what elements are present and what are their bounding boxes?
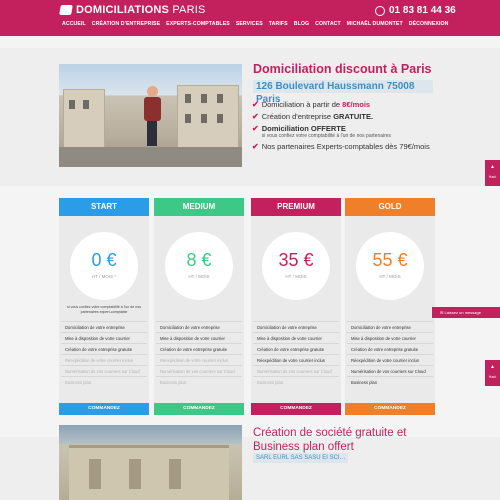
feature-item: ✔ Domiciliation OFFERTE si vous confiez v…: [252, 124, 392, 139]
scroll-top-tab[interactable]: ▲ Haut: [485, 360, 500, 386]
scroll-top-tab[interactable]: ▲ Haut: [485, 160, 500, 186]
plan-period: HT / MOIS: [285, 274, 307, 279]
feature-item: ✔ Nos partenaires Experts-comptables dès…: [252, 142, 430, 151]
site-header: DOMICILIATIONS PARIS 01 83 81 44 36 ACCU…: [0, 0, 500, 36]
nav-item-logout[interactable]: DÉCONNEXION: [409, 21, 449, 27]
section-title: Création de société gratuite et Business…: [253, 427, 407, 453]
plan-header: MEDIUM: [154, 198, 244, 216]
hero-address: 126 Boulevard Haussmann 75008 Paris: [253, 80, 433, 105]
column: [169, 459, 181, 489]
nav-item-tarifs[interactable]: TARIFS: [269, 21, 288, 27]
chevron-up-icon: ▲: [490, 364, 495, 370]
plan-header: START: [59, 198, 149, 216]
column: [129, 459, 141, 489]
company-types-tag: SARL EURL SAS SASU EI SCI…: [253, 453, 348, 463]
phone-text: 01 83 81 44 36: [389, 5, 456, 16]
hero-features: ✔ Domiciliation à partir de 8€/mois ✔ Cr…: [252, 100, 442, 154]
street: [59, 147, 242, 167]
plan-note: si vous confiez votre comptabilité à l'u…: [67, 305, 141, 314]
order-button-medium[interactable]: COMMANDEZ: [154, 403, 244, 415]
building: [63, 89, 105, 149]
nav-item-contact[interactable]: CONTACT: [315, 21, 341, 27]
plan-price: 55 €: [372, 250, 408, 270]
building-image: [59, 425, 242, 500]
plan-premium: PREMIUM 35 € HT / MOIS Domiciliation de …: [251, 198, 341, 415]
price-circle: 0 € HT / MOIS *: [70, 232, 138, 300]
site-logo[interactable]: DOMICILIATIONS PARIS: [59, 4, 206, 16]
plan-features: Domiciliation de votre entreprise Mise à…: [61, 321, 147, 387]
plan-header: PREMIUM: [251, 198, 341, 216]
nav-item-blog[interactable]: BLOG: [294, 21, 309, 27]
price-circle: 8 € HT / MOIS: [165, 232, 233, 300]
plan-feature: Business plan: [156, 376, 242, 387]
nav-item-creation[interactable]: CRÉATION D'ENTREPRISE: [92, 21, 160, 27]
nav-item-experts[interactable]: EXPERTS-COMPTABLES: [166, 21, 230, 27]
plan-feature: Mise à disposition de votre courrier: [253, 332, 339, 343]
plan-medium: MEDIUM 8 € HT / MOIS Domiciliation de vo…: [154, 198, 244, 415]
plan-feature: Création de votre entreprise gratuite: [156, 343, 242, 354]
logo-text: DOMICILIATIONS PARIS: [76, 4, 206, 16]
hero-title: Domiciliation discount à Paris: [253, 62, 432, 76]
plan-feature: Business plan: [61, 376, 147, 387]
order-button-premium[interactable]: COMMANDEZ: [251, 403, 341, 415]
check-icon: ✔: [252, 112, 259, 121]
plan-feature: Mise à disposition de votre courrier: [156, 332, 242, 343]
check-icon: ✔: [252, 100, 259, 109]
character-figure: [143, 86, 161, 146]
feature-item: ✔ Création d'entreprise GRATUITE.: [252, 112, 374, 121]
plan-price: 8 €: [186, 250, 212, 270]
plan-feature: Domiciliation de votre entreprise: [156, 321, 242, 332]
plan-feature: Numérisation de vos courriers sur Cloud: [347, 365, 433, 376]
plan-header: GOLD: [345, 198, 435, 216]
plan-features: Domiciliation de votre entreprise Mise à…: [347, 321, 433, 387]
plan-period: HT / MOIS *: [91, 274, 117, 279]
hero-image: [59, 64, 242, 167]
plan-feature: Domiciliation de votre entreprise: [61, 321, 147, 332]
chat-widget-button[interactable]: ✉ Laissez un message: [432, 307, 500, 318]
order-button-start[interactable]: COMMANDEZ: [59, 403, 149, 415]
plan-features: Domiciliation de votre entreprise Mise à…: [156, 321, 242, 387]
plan-period: HT / MOIS: [379, 274, 401, 279]
plan-feature: Réexpédition de votre courrier inclus: [347, 354, 433, 365]
check-icon: ✔: [252, 142, 259, 151]
plan-feature: Création de votre entreprise gratuite: [61, 343, 147, 354]
plan-feature: Domiciliation de votre entreprise: [347, 321, 433, 332]
phone-icon: [375, 5, 385, 16]
chevron-up-icon: ▲: [490, 164, 495, 170]
chat-label: Laissez un message: [444, 310, 481, 315]
main-nav: ACCUEIL CRÉATION D'ENTREPRISE EXPERTS-CO…: [62, 21, 449, 27]
plan-feature: Mise à disposition de votre courrier: [61, 332, 147, 343]
plan-feature: Domiciliation de votre entreprise: [253, 321, 339, 332]
plan-feature: Numérisation de vos courriers sur Cloud: [156, 365, 242, 376]
column: [89, 459, 101, 489]
plan-price: 35 €: [278, 250, 314, 270]
plan-feature: Business plan: [253, 376, 339, 387]
feature-item: ✔ Domiciliation à partir de 8€/mois: [252, 100, 371, 109]
plan-price: 0 €: [91, 250, 117, 270]
price-circle: 35 € HT / MOIS: [262, 232, 330, 300]
plan-period: HT / MOIS: [188, 274, 210, 279]
plan-gold: GOLD 55 € HT / MOIS Domiciliation de vot…: [345, 198, 435, 415]
plan-start: START 0 € HT / MOIS * si vous confiez vo…: [59, 198, 149, 415]
plan-feature: Numérisation de vos courriers sur Cloud: [253, 365, 339, 376]
plan-feature: Réexpédition de votre courrier inclus: [61, 354, 147, 365]
logo-icon: [59, 5, 73, 15]
plan-features: Domiciliation de votre entreprise Mise à…: [253, 321, 339, 387]
check-icon: ✔: [252, 124, 259, 133]
plan-feature: Numérisation de vos courriers sur Cloud: [61, 365, 147, 376]
nav-item-account[interactable]: MICHAËL DUMONTET: [347, 21, 403, 27]
plan-feature: Création de votre entreprise gratuite: [347, 343, 433, 354]
order-button-gold[interactable]: COMMANDEZ: [345, 403, 435, 415]
pricing-plans: START 0 € HT / MOIS * si vous confiez vo…: [59, 198, 435, 418]
phone-number[interactable]: 01 83 81 44 36: [375, 5, 456, 16]
plan-feature: Réexpédition de votre courrier inclus: [253, 354, 339, 365]
plan-feature: Mise à disposition de votre courrier: [347, 332, 433, 343]
nav-item-accueil[interactable]: ACCUEIL: [62, 21, 86, 27]
nav-item-services[interactable]: SERVICES: [236, 21, 263, 27]
plan-feature: Business plan: [347, 376, 433, 387]
plan-feature: Réexpédition de votre courrier inclus: [156, 354, 242, 365]
plan-feature: Création de votre entreprise gratuite: [253, 343, 339, 354]
price-circle: 55 € HT / MOIS: [356, 232, 424, 300]
